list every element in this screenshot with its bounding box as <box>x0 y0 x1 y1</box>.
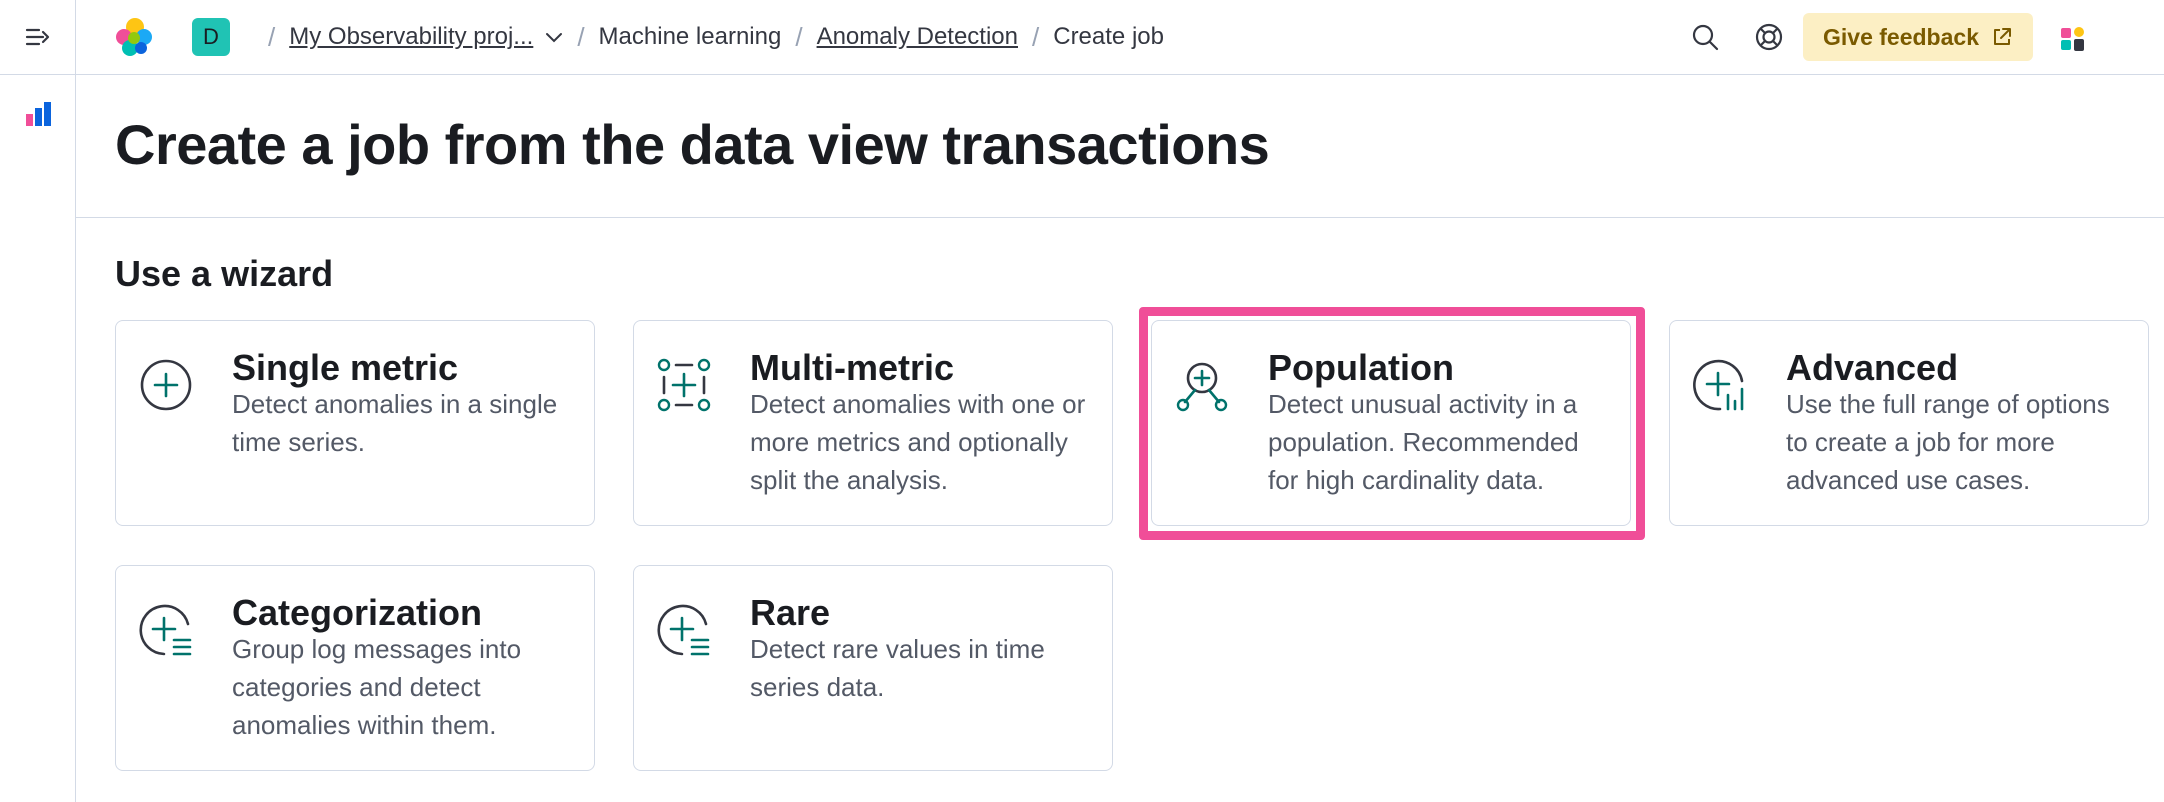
wizard-card-rare[interactable]: Rare Detect rare values in time series d… <box>633 565 1113 771</box>
breadcrumb-separator: / <box>1032 21 1040 52</box>
section-title: Use a wizard <box>115 253 334 294</box>
breadcrumb-current: Create job <box>1053 23 1164 50</box>
wizard-card-description: Detect rare values in time series data. <box>750 634 1045 702</box>
divider <box>76 217 2164 218</box>
give-feedback-button[interactable]: Give feedback <box>1803 13 2033 61</box>
elastic-logo[interactable] <box>113 16 155 58</box>
wizard-card-description: Use the full range of options to create … <box>1786 389 2110 495</box>
machine-learning-app-icon[interactable] <box>25 100 51 128</box>
menu-expand-icon <box>25 28 49 46</box>
rare-icon <box>657 604 710 656</box>
nav-toggle-button[interactable] <box>0 0 76 74</box>
search-icon[interactable] <box>1690 22 1720 52</box>
wizard-card-multi-metric[interactable]: Multi-metric Detect anomalies with one o… <box>633 320 1113 526</box>
space-avatar[interactable]: D <box>192 18 230 56</box>
wizard-card-title: Advanced <box>1786 347 1959 388</box>
external-link-icon <box>1993 28 2011 45</box>
top-header: D / My Observability proj... / Machine l… <box>0 0 2164 75</box>
give-feedback-label: Give feedback <box>1823 23 1979 50</box>
advanced-icon <box>1693 359 1744 411</box>
plus-circle-icon <box>140 359 192 411</box>
chevron-down-icon[interactable] <box>545 31 563 43</box>
wizard-card-description: Group log messages into categories and d… <box>232 634 522 740</box>
breadcrumb: / My Observability proj... / Machine lea… <box>254 0 1164 74</box>
side-nav-rail <box>0 75 76 802</box>
breadcrumb-anomaly-detection[interactable]: Anomaly Detection <box>817 23 1018 51</box>
multi-metric-icon <box>657 358 711 412</box>
wizard-card-title: Population <box>1268 347 1454 388</box>
wizard-card-title: Rare <box>750 592 831 633</box>
wizard-card-description: Detect anomalies with one or more metric… <box>750 389 1086 495</box>
population-icon <box>1176 362 1228 412</box>
app-logo-icon[interactable] <box>2061 24 2085 52</box>
breadcrumb-separator: / <box>795 21 803 52</box>
help-icon[interactable] <box>1754 22 1784 52</box>
breadcrumb-project[interactable]: My Observability proj... <box>289 23 533 51</box>
breadcrumb-separator: / <box>268 21 276 52</box>
page-title: Create a job from the data view transact… <box>115 113 1270 176</box>
breadcrumb-machine-learning: Machine learning <box>598 23 782 50</box>
wizard-card-title: Categorization <box>232 592 483 633</box>
wizard-card-description: Detect unusual activity in a population.… <box>1268 389 1579 495</box>
breadcrumb-separator: / <box>577 21 585 52</box>
wizard-card-advanced[interactable]: Advanced Use the full range of options t… <box>1669 320 2149 526</box>
wizard-card-description: Detect anomalies in a single time series… <box>232 389 558 457</box>
wizard-card-population[interactable]: Population Detect unusual activity in a … <box>1151 320 1631 526</box>
categorization-icon <box>139 604 192 656</box>
wizard-card-categorization[interactable]: Categorization Group log messages into c… <box>115 565 595 771</box>
wizard-card-title: Multi-metric <box>750 347 955 388</box>
wizard-card-single-metric[interactable]: Single metric Detect anomalies in a sing… <box>115 320 595 526</box>
wizard-card-title: Single metric <box>232 347 459 388</box>
